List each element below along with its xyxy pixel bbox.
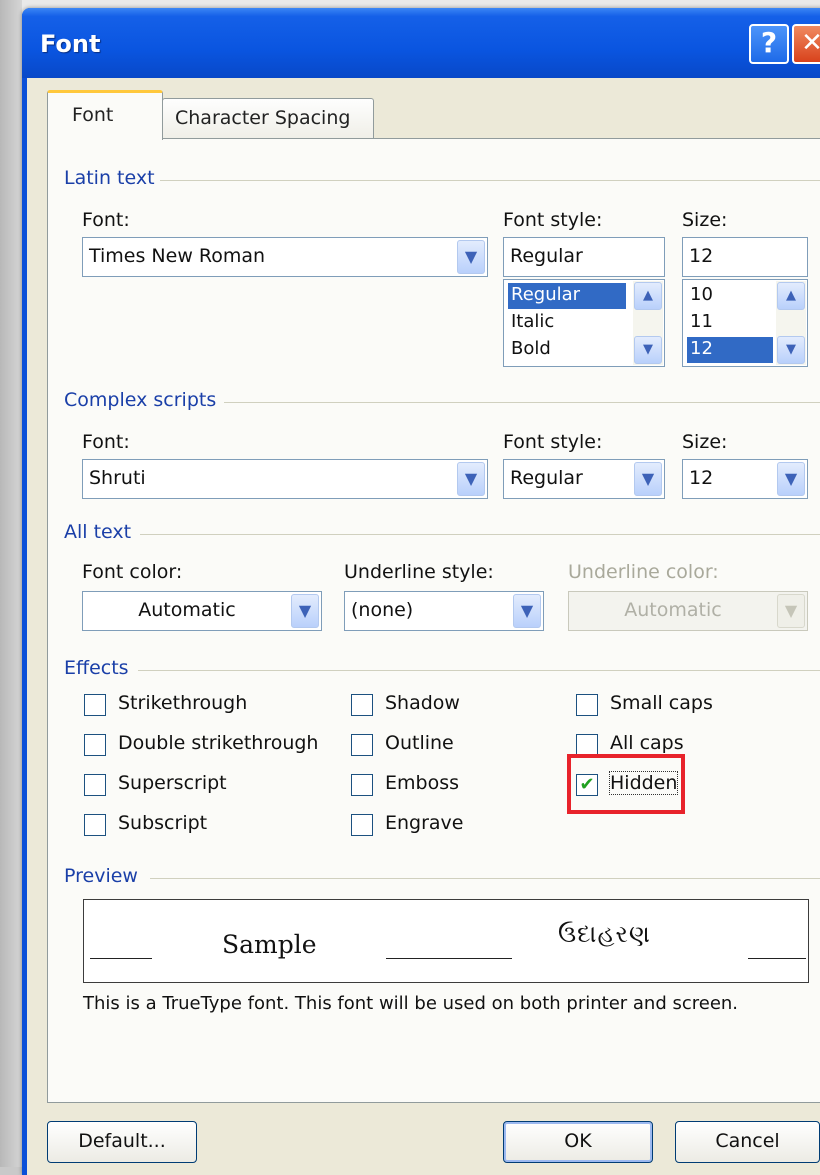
scroll-up-icon[interactable]: ▲ (777, 282, 805, 310)
complex-size-value: 12 (689, 467, 714, 489)
list-item-size-12[interactable]: 12 (687, 337, 773, 363)
list-item-size-10[interactable]: 10 (687, 283, 773, 309)
list-item-regular[interactable]: Regular (508, 283, 626, 309)
font-info-note: This is a TrueType font. This font will … (83, 993, 739, 1014)
preview-baseline (90, 958, 152, 959)
complex-font-combo[interactable]: Shruti ▼ (82, 459, 488, 499)
title-bar[interactable]: Font ? ✕ (22, 8, 820, 78)
double-strikethrough-label[interactable]: Double strikethrough (118, 732, 318, 754)
dialog-client-area: Character Spacing Latin text Font: Times… (27, 78, 820, 1175)
cancel-button[interactable]: Cancel (675, 1121, 820, 1163)
underline-color-value: Automatic (624, 599, 722, 621)
engrave-checkbox[interactable] (351, 814, 373, 836)
complex-size-combo[interactable]: 12 ▼ (682, 459, 808, 499)
complex-style-label: Font style: (503, 431, 603, 453)
underline-style-combo[interactable]: (none) ▼ (344, 591, 544, 631)
chevron-down-icon[interactable]: ▼ (457, 462, 485, 496)
strikethrough-checkbox[interactable] (84, 694, 106, 716)
help-icon[interactable]: ? (749, 24, 789, 64)
group-effects-label: Effects (64, 657, 129, 679)
emboss-checkbox[interactable] (351, 774, 373, 796)
latin-font-combo[interactable]: Times New Roman ▼ (82, 237, 488, 277)
preview-box: Sample ઉદાહરણ (83, 899, 809, 983)
group-divider (160, 180, 820, 181)
latin-size-scrollbar[interactable]: ▲ ▼ (776, 281, 806, 365)
ok-button[interactable]: OK (503, 1121, 653, 1163)
chevron-down-icon[interactable]: ▼ (634, 462, 662, 496)
engrave-label[interactable]: Engrave (385, 812, 464, 834)
chevron-down-icon: ▼ (777, 594, 805, 628)
latin-size-label: Size: (682, 209, 728, 231)
chevron-down-icon[interactable]: ▼ (777, 462, 805, 496)
font-color-combo[interactable]: Automatic ▼ (82, 591, 322, 631)
complex-font-value: Shruti (89, 467, 146, 489)
close-icon[interactable]: ✕ (792, 24, 820, 64)
latin-size-list[interactable]: 10 11 12 ▲ ▼ (682, 279, 808, 367)
preview-baseline (386, 958, 512, 959)
shadow-checkbox[interactable] (351, 694, 373, 716)
complex-size-label: Size: (682, 431, 728, 453)
group-complex-scripts-label: Complex scripts (64, 389, 217, 411)
scroll-up-icon[interactable]: ▲ (634, 282, 662, 310)
all-caps-checkbox[interactable] (576, 734, 598, 756)
tab-font[interactable]: Font (47, 90, 163, 140)
chevron-down-icon[interactable]: ▼ (513, 594, 541, 628)
latin-style-label: Font style: (503, 209, 603, 231)
superscript-checkbox[interactable] (84, 774, 106, 796)
group-divider (150, 878, 820, 879)
subscript-checkbox[interactable] (84, 814, 106, 836)
underline-style-value: (none) (351, 599, 414, 621)
underline-style-label: Underline style: (344, 561, 494, 583)
dialog-title: Font (40, 30, 101, 58)
outline-checkbox[interactable] (351, 734, 373, 756)
preview-baseline (748, 958, 806, 959)
font-color-label: Font color: (82, 561, 183, 583)
group-divider (224, 402, 820, 403)
complex-font-label: Font: (82, 431, 130, 453)
group-divider (138, 670, 820, 671)
all-caps-label[interactable]: All caps (610, 732, 684, 754)
group-all-text-label: All text (64, 521, 132, 543)
chevron-down-icon[interactable]: ▼ (457, 240, 485, 274)
latin-size-input[interactable]: 12 (682, 237, 808, 277)
background-document-edge (0, 0, 22, 1167)
latin-size-value: 12 (689, 245, 714, 267)
preview-complex-text: ઉદાહરણ (558, 920, 651, 948)
latin-font-label: Font: (82, 209, 130, 231)
list-item-italic[interactable]: Italic (508, 310, 626, 336)
underline-color-combo: Automatic ▼ (568, 591, 808, 631)
hidden-highlight-box (567, 754, 685, 814)
emboss-label[interactable]: Emboss (385, 772, 459, 794)
latin-style-list[interactable]: Regular Italic Bold ▲ ▼ (503, 279, 665, 367)
chevron-down-icon[interactable]: ▼ (291, 594, 319, 628)
preview-sample-text: Sample (222, 930, 317, 959)
strikethrough-label[interactable]: Strikethrough (118, 692, 247, 714)
tab-character-spacing[interactable]: Character Spacing (162, 98, 374, 138)
complex-style-combo[interactable]: Regular ▼ (503, 459, 665, 499)
subscript-label[interactable]: Subscript (118, 812, 207, 834)
list-item-bold[interactable]: Bold (508, 337, 626, 363)
small-caps-checkbox[interactable] (576, 694, 598, 716)
outline-label[interactable]: Outline (385, 732, 454, 754)
latin-style-value: Regular (510, 245, 583, 267)
superscript-label[interactable]: Superscript (118, 772, 227, 794)
double-strikethrough-checkbox[interactable] (84, 734, 106, 756)
group-preview-label: Preview (64, 865, 138, 887)
shadow-label[interactable]: Shadow (385, 692, 460, 714)
latin-style-scrollbar[interactable]: ▲ ▼ (633, 281, 663, 365)
list-item-size-11[interactable]: 11 (687, 310, 773, 336)
scroll-down-icon[interactable]: ▼ (634, 336, 662, 364)
scroll-down-icon[interactable]: ▼ (777, 336, 805, 364)
font-color-value: Automatic (138, 599, 236, 621)
font-dialog: Font ? ✕ Character Spacing Latin text Fo… (22, 8, 820, 1175)
underline-color-label: Underline color: (568, 561, 719, 583)
group-divider (140, 534, 820, 535)
latin-style-input[interactable]: Regular (503, 237, 665, 277)
latin-font-value: Times New Roman (89, 245, 266, 267)
complex-style-value: Regular (510, 467, 583, 489)
default-button[interactable]: Default... (47, 1121, 197, 1163)
group-latin-text-label: Latin text (64, 167, 155, 189)
small-caps-label[interactable]: Small caps (610, 692, 713, 714)
